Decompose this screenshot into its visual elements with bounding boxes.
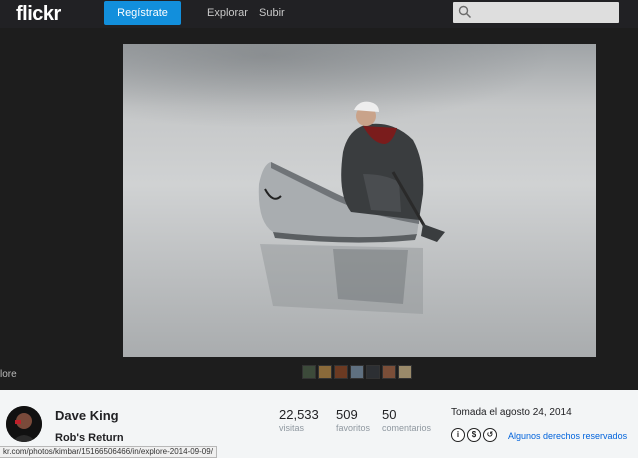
photo-title: Rob's Return	[55, 432, 124, 444]
faves-label: favoritos	[336, 423, 371, 433]
nav-explore-link[interactable]: Explorar	[207, 7, 248, 19]
thumbnail[interactable]	[334, 365, 348, 379]
photo-canoe-in-fog	[123, 44, 596, 357]
avatar[interactable]	[6, 406, 42, 442]
views-label: visitas	[279, 423, 305, 433]
author-name[interactable]: Dave King	[55, 408, 119, 423]
views-stat: 22,533 visitas	[279, 407, 319, 433]
thumbnail[interactable]	[350, 365, 364, 379]
main-photo[interactable]	[123, 44, 596, 357]
photo-stage: lore	[0, 28, 638, 390]
thumbnail[interactable]	[398, 365, 412, 379]
comments-count: 50	[382, 407, 397, 422]
flickr-photo-page: flickr Regístrate Explorar Subir lore Da…	[0, 0, 638, 458]
flickr-logo[interactable]: flickr	[16, 3, 61, 26]
browser-status-url: kr.com/photos/kimbar/15166506466/in/expl…	[0, 446, 217, 458]
more-link[interactable]: lore	[0, 369, 17, 380]
attribution-icon: i	[451, 428, 465, 442]
date-taken: Tomada el agosto 24, 2014	[451, 407, 572, 418]
comments-label: comentarios	[382, 423, 432, 433]
top-navigation-bar: flickr Regístrate Explorar Subir	[0, 0, 638, 28]
thumbnail[interactable]	[366, 365, 380, 379]
nav-upload-link[interactable]: Subir	[259, 7, 285, 19]
comments-stat: 50 comentarios	[382, 407, 431, 433]
sharealike-icon: ↺	[483, 428, 497, 442]
thumbnail[interactable]	[382, 365, 396, 379]
signup-button[interactable]: Regístrate	[104, 1, 181, 25]
photostream-thumbnails	[302, 365, 412, 381]
faves-stat: 509 favoritos	[336, 407, 370, 433]
search-icon	[458, 5, 472, 19]
thumbnail[interactable]	[302, 365, 316, 379]
search-input[interactable]	[453, 2, 619, 23]
avatar-image	[6, 406, 42, 442]
views-count: 22,533	[279, 407, 319, 422]
license-icons[interactable]: i $ ↺	[451, 428, 497, 442]
thumbnail[interactable]	[318, 365, 332, 379]
noncommercial-icon: $	[467, 428, 481, 442]
license-link[interactable]: Algunos derechos reservados	[508, 431, 627, 441]
faves-count: 509	[336, 407, 358, 422]
